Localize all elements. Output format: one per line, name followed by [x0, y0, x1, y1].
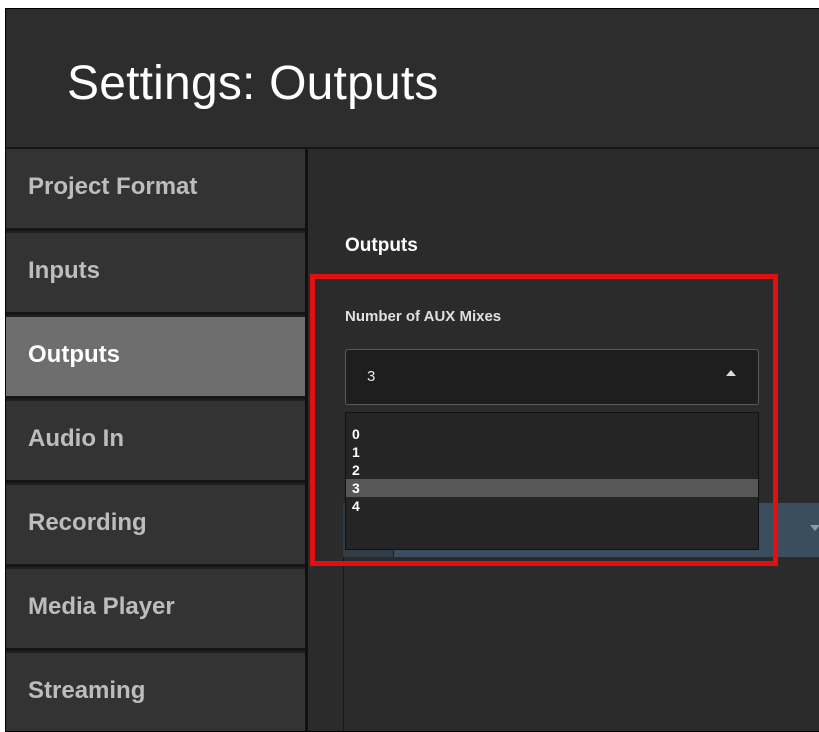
- sidebar-item-label: Recording: [28, 509, 147, 536]
- sidebar-item-outputs[interactable]: Outputs: [6, 317, 305, 399]
- chevron-down-icon: [810, 525, 819, 531]
- sidebar-item-label: Streaming: [28, 677, 146, 704]
- highlight-annotation-box: [310, 274, 778, 566]
- sidebar-item-streaming[interactable]: Streaming: [6, 653, 305, 731]
- divider: [343, 557, 344, 731]
- sidebar-item-label: Outputs: [28, 341, 120, 368]
- page-title: Settings: Outputs: [67, 57, 439, 110]
- sidebar-item-label: Media Player: [28, 593, 175, 620]
- sidebar-item-recording[interactable]: Recording: [6, 485, 305, 567]
- sidebar-item-project-format[interactable]: Project Format: [6, 149, 305, 231]
- sidebar-item-inputs[interactable]: Inputs: [6, 233, 305, 315]
- sidebar-item-label: Project Format: [28, 173, 198, 200]
- sidebar-item-label: Audio In: [28, 425, 124, 452]
- title-bar: Settings: Outputs: [6, 9, 819, 149]
- sidebar-item-label: Inputs: [28, 257, 100, 284]
- sidebar: Project Format Inputs Outputs Audio In R…: [6, 149, 308, 731]
- section-heading: Outputs: [345, 235, 418, 256]
- sidebar-item-audio-in[interactable]: Audio In: [6, 401, 305, 483]
- sidebar-item-media-player[interactable]: Media Player: [6, 569, 305, 651]
